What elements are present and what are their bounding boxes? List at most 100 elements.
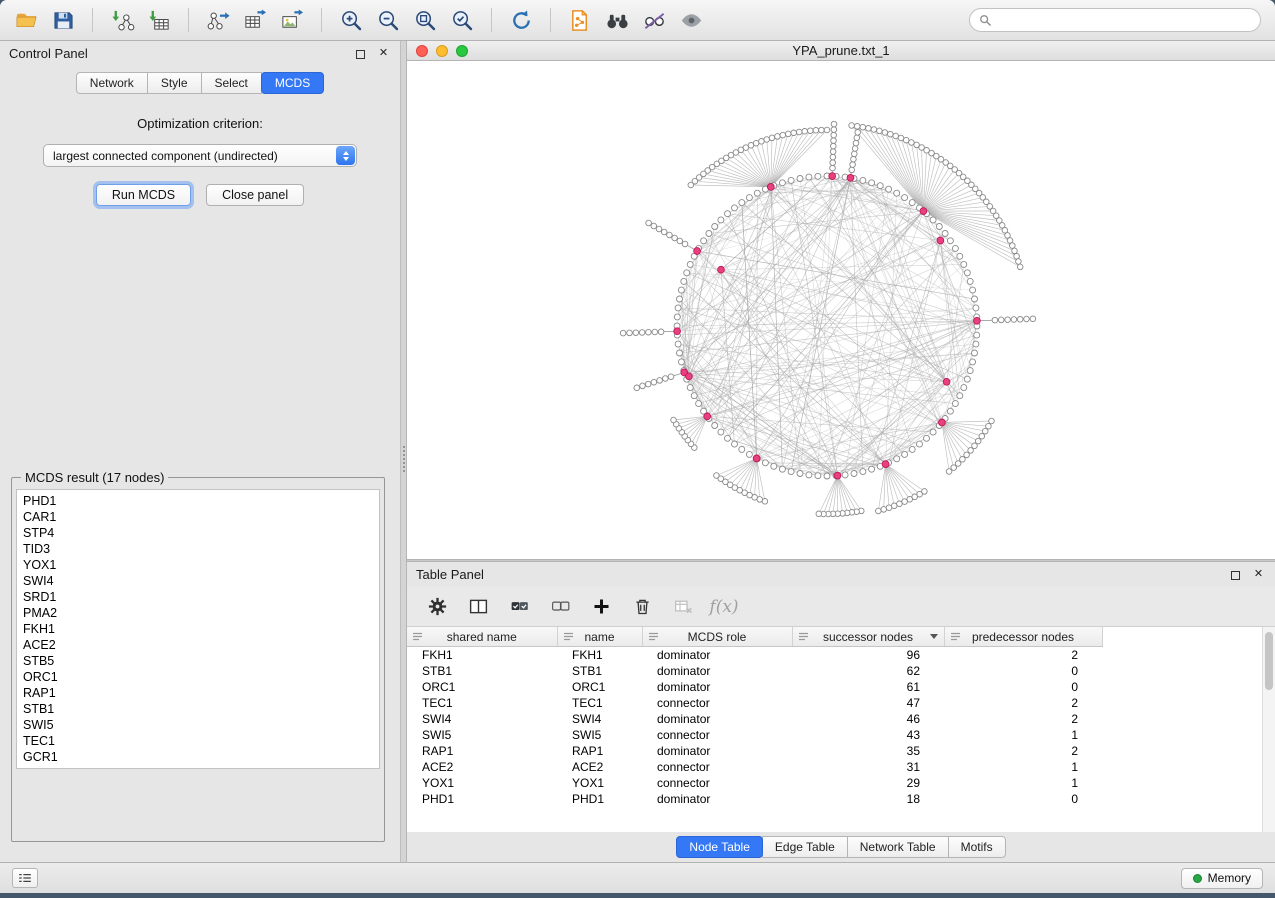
column-header-successor-nodes[interactable]: successor nodes (792, 627, 944, 647)
tab-node-table[interactable]: Node Table (676, 836, 763, 858)
tab-motifs[interactable]: Motifs (948, 836, 1006, 858)
export-table-button[interactable] (239, 4, 271, 36)
tab-network-table[interactable]: Network Table (847, 836, 949, 858)
zoom-window-button[interactable] (456, 45, 468, 57)
table-cell: 2 (944, 647, 1102, 663)
close-table-panel-button[interactable]: ✕ (1251, 567, 1266, 582)
tab-network[interactable]: Network (76, 72, 148, 94)
table-settings-button[interactable] (425, 595, 449, 619)
result-node-item[interactable]: SRD1 (23, 589, 373, 605)
search-network-button[interactable] (601, 4, 633, 36)
result-node-item[interactable]: YOX1 (23, 557, 373, 573)
save-session-button[interactable] (47, 4, 79, 36)
result-node-item[interactable]: STP4 (23, 525, 373, 541)
select-all-rows-button[interactable] (507, 595, 531, 619)
column-header-label: shared name (447, 630, 517, 644)
column-header-shared-name[interactable]: shared name (407, 627, 557, 647)
zoom-out-button[interactable] (372, 4, 404, 36)
table-row[interactable]: STB1STB1dominator620 (407, 663, 1102, 679)
result-node-item[interactable]: SWI5 (23, 717, 373, 733)
control-panel: Control Panel ✕ Network Style Select MCD… (0, 41, 400, 862)
deselect-all-rows-button[interactable] (548, 595, 572, 619)
create-column-button[interactable] (589, 595, 613, 619)
result-node-item[interactable]: TID3 (23, 541, 373, 557)
table-cell: 61 (792, 679, 944, 695)
table-row[interactable]: YOX1YOX1connector291 (407, 775, 1102, 791)
result-node-item[interactable]: PHD1 (23, 493, 373, 509)
close-panel-button[interactable]: ✕ (376, 46, 391, 61)
result-node-item[interactable]: ACE2 (23, 637, 373, 653)
result-node-item[interactable]: FKH1 (23, 621, 373, 637)
table-cell: FKH1 (407, 647, 557, 663)
table-toolbar: f(x) (407, 587, 1275, 627)
column-header-MCDS-role[interactable]: MCDS role (642, 627, 792, 647)
column-header-name[interactable]: name (557, 627, 642, 647)
tab-edge-table[interactable]: Edge Table (762, 836, 848, 858)
open-network-button[interactable] (10, 4, 42, 36)
vertical-splitter[interactable] (400, 41, 407, 862)
zoom-selected-button[interactable] (446, 4, 478, 36)
result-node-item[interactable]: TEC1 (23, 733, 373, 749)
run-mcds-button[interactable]: Run MCDS (96, 184, 191, 206)
tab-select[interactable]: Select (201, 72, 262, 94)
tab-mcds[interactable]: MCDS (261, 72, 324, 94)
table-row[interactable]: ACE2ACE2connector311 (407, 759, 1102, 775)
result-node-item[interactable]: PMA2 (23, 605, 373, 621)
import-table-button[interactable] (143, 4, 175, 36)
result-node-item[interactable]: SWI4 (23, 573, 373, 589)
close-panel-button-2[interactable]: Close panel (206, 184, 304, 206)
memory-label: Memory (1208, 871, 1251, 885)
import-network-button[interactable] (106, 4, 138, 36)
export-network-icon (206, 8, 231, 33)
node-table: shared name nameMCDS rolesuccessor nodesp… (407, 627, 1103, 807)
hide-details-button[interactable] (638, 4, 670, 36)
result-node-item[interactable]: GCR1 (23, 749, 373, 765)
sort-descending-icon (930, 634, 938, 639)
table-row[interactable]: TEC1TEC1connector472 (407, 695, 1102, 711)
result-node-item[interactable]: STB1 (23, 701, 373, 717)
table-row[interactable]: SWI4SWI4dominator462 (407, 711, 1102, 727)
result-node-item[interactable]: ORC1 (23, 669, 373, 685)
close-icon: ✕ (1254, 569, 1263, 580)
table-scrollbar[interactable] (1262, 627, 1275, 832)
delete-column-button[interactable] (630, 595, 654, 619)
table-cell: 0 (944, 791, 1102, 807)
share-network-button[interactable] (564, 4, 596, 36)
scrollbar-thumb[interactable] (1265, 632, 1273, 690)
close-window-button[interactable] (416, 45, 428, 57)
mcds-result-list[interactable]: PHD1CAR1STP4TID3YOX1SWI4SRD1PMA2FKH1ACE2… (16, 489, 380, 769)
table-row[interactable]: FKH1FKH1dominator962 (407, 647, 1102, 663)
table-cell: SWI4 (557, 711, 642, 727)
zoom-fit-button[interactable] (409, 4, 441, 36)
apply-layout-button[interactable] (505, 4, 537, 36)
selected-option-label: largest connected component (undirected) (53, 149, 278, 163)
float-table-panel-button[interactable] (1228, 567, 1243, 582)
minimize-window-button[interactable] (436, 45, 448, 57)
optimization-criterion-select[interactable]: largest connected component (undirected) (43, 144, 357, 167)
column-grid-icon (563, 631, 574, 642)
search-input[interactable] (997, 13, 1251, 27)
result-node-item[interactable]: STB5 (23, 653, 373, 669)
control-panel-header: Control Panel ✕ (0, 41, 400, 66)
table-row[interactable]: SWI5SWI5connector431 (407, 727, 1102, 743)
export-image-button[interactable] (276, 4, 308, 36)
show-details-button[interactable] (675, 4, 707, 36)
network-canvas[interactable] (407, 61, 1275, 559)
result-node-item[interactable]: RAP1 (23, 685, 373, 701)
column-header-predecessor-nodes[interactable]: predecessor nodes (944, 627, 1102, 647)
toolbar-separator (550, 8, 551, 32)
export-table-icon (243, 8, 268, 33)
tab-style[interactable]: Style (147, 72, 202, 94)
task-history-button[interactable] (12, 868, 38, 888)
show-columns-button[interactable] (466, 595, 490, 619)
table-row[interactable]: ORC1ORC1dominator610 (407, 679, 1102, 695)
float-panel-button[interactable] (353, 46, 368, 61)
memory-button[interactable]: Memory (1181, 868, 1263, 889)
table-row[interactable]: PHD1PHD1dominator180 (407, 791, 1102, 807)
table-row[interactable]: RAP1RAP1dominator352 (407, 743, 1102, 759)
zoom-in-button[interactable] (335, 4, 367, 36)
zoom-selected-icon (450, 8, 475, 33)
export-network-button[interactable] (202, 4, 234, 36)
result-node-item[interactable]: CAR1 (23, 509, 373, 525)
global-search-field[interactable] (969, 8, 1261, 32)
